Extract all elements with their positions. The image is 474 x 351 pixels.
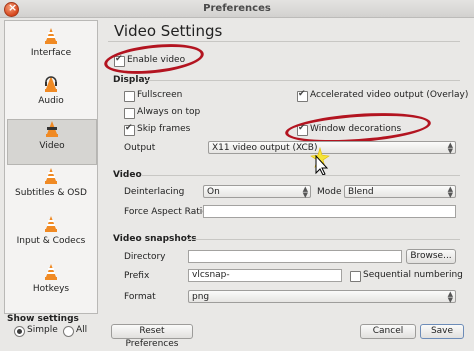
category-sidebar: Interface Audio Video Subtitles & OSD In… [4, 20, 98, 314]
prefix-label: Prefix [124, 271, 150, 281]
vlc-cone-icon [45, 28, 57, 44]
browse-button[interactable]: Browse... [406, 249, 456, 264]
sidebar-item-label: Video [39, 141, 65, 151]
force-aspect-ratio-label: Force Aspect Ratio [124, 207, 208, 217]
snapshots-divider [186, 239, 460, 240]
vlc-cone-hotkeys-icon [45, 264, 57, 280]
sidebar-item-interface[interactable]: Interface [7, 27, 95, 71]
updown-arrows-icon: ▲ ▼ [302, 185, 308, 199]
simple-radio-label: Simple [27, 325, 58, 335]
all-radio[interactable] [63, 326, 74, 337]
mode-select-value: Blend [348, 187, 374, 197]
skip-frames-checkbox[interactable] [124, 123, 135, 136]
format-select[interactable]: png ▲ ▼ [188, 290, 456, 304]
video-divider [142, 175, 460, 176]
sidebar-item-label: Subtitles & OSD [15, 188, 87, 198]
annotation-ring [102, 39, 206, 79]
sidebar-item-label: Interface [30, 48, 72, 58]
simple-radio[interactable] [14, 326, 25, 337]
output-label: Output [124, 143, 156, 153]
mouse-cursor-icon [310, 146, 330, 176]
deinterlacing-label: Deinterlacing [124, 187, 185, 197]
sidebar-item-subtitles[interactable]: Subtitles & OSD [7, 167, 95, 211]
all-radio-label: All [76, 325, 88, 335]
directory-label: Directory [124, 252, 166, 262]
sidebar-item-hotkeys[interactable]: Hotkeys [7, 263, 95, 307]
fullscreen-checkbox[interactable] [124, 91, 135, 102]
header-divider [108, 41, 460, 42]
format-select-value: png [192, 292, 210, 302]
title-bar: Preferences [0, 0, 474, 18]
reset-preferences-button[interactable]: Reset Preferences [111, 324, 193, 349]
directory-input[interactable] [188, 250, 402, 263]
show-settings-label: Show settings [7, 314, 79, 324]
format-label: Format [124, 292, 156, 302]
vlc-cone-headphones-icon [45, 76, 57, 92]
sidebar-item-input-codecs[interactable]: Input & Codecs [7, 215, 95, 259]
updown-arrows-icon: ▲ ▼ [447, 141, 453, 155]
sidebar-item-label: Input & Codecs [16, 236, 86, 246]
accelerated-output-label: Accelerated video output (Overlay) [310, 90, 469, 100]
sidebar-item-audio[interactable]: Audio [7, 75, 95, 119]
save-button[interactable]: Save [420, 324, 464, 339]
skip-frames-label: Skip frames [137, 124, 191, 134]
prefix-input[interactable]: vlcsnap- [188, 269, 342, 282]
sequential-numbering-checkbox[interactable] [350, 271, 361, 282]
window-title: Preferences [203, 3, 271, 14]
vlc-cone-glasses-icon [46, 121, 58, 137]
video-section-header: Video [113, 170, 142, 180]
force-aspect-ratio-input[interactable] [203, 205, 456, 218]
mode-label: Mode [317, 187, 342, 197]
sidebar-item-label: Hotkeys [32, 284, 70, 294]
fullscreen-label: Fullscreen [137, 90, 183, 100]
always-on-top-label: Always on top [137, 107, 201, 117]
display-divider [145, 80, 460, 81]
updown-arrows-icon: ▲ ▼ [447, 185, 453, 199]
always-on-top-checkbox[interactable] [124, 108, 135, 119]
accelerated-output-checkbox[interactable] [297, 89, 308, 102]
output-select-value: X11 video output (XCB) [212, 143, 318, 153]
deinterlacing-select[interactable]: On ▲ ▼ [203, 185, 311, 199]
video-snapshots-section-header: Video snapshots [113, 234, 197, 244]
sidebar-item-label: Audio [38, 96, 64, 106]
sidebar-item-video[interactable]: Video [7, 119, 97, 165]
vlc-cone-input-icon [45, 216, 57, 232]
sequential-numbering-label: Sequential numbering [363, 270, 463, 280]
updown-arrows-icon: ▲ ▼ [447, 290, 453, 304]
mode-select[interactable]: Blend ▲ ▼ [344, 185, 456, 199]
cancel-button[interactable]: Cancel [360, 324, 416, 339]
vlc-cone-subtitles-icon [45, 168, 57, 184]
deinterlacing-select-value: On [207, 187, 220, 197]
page-title: Video Settings [114, 22, 223, 40]
